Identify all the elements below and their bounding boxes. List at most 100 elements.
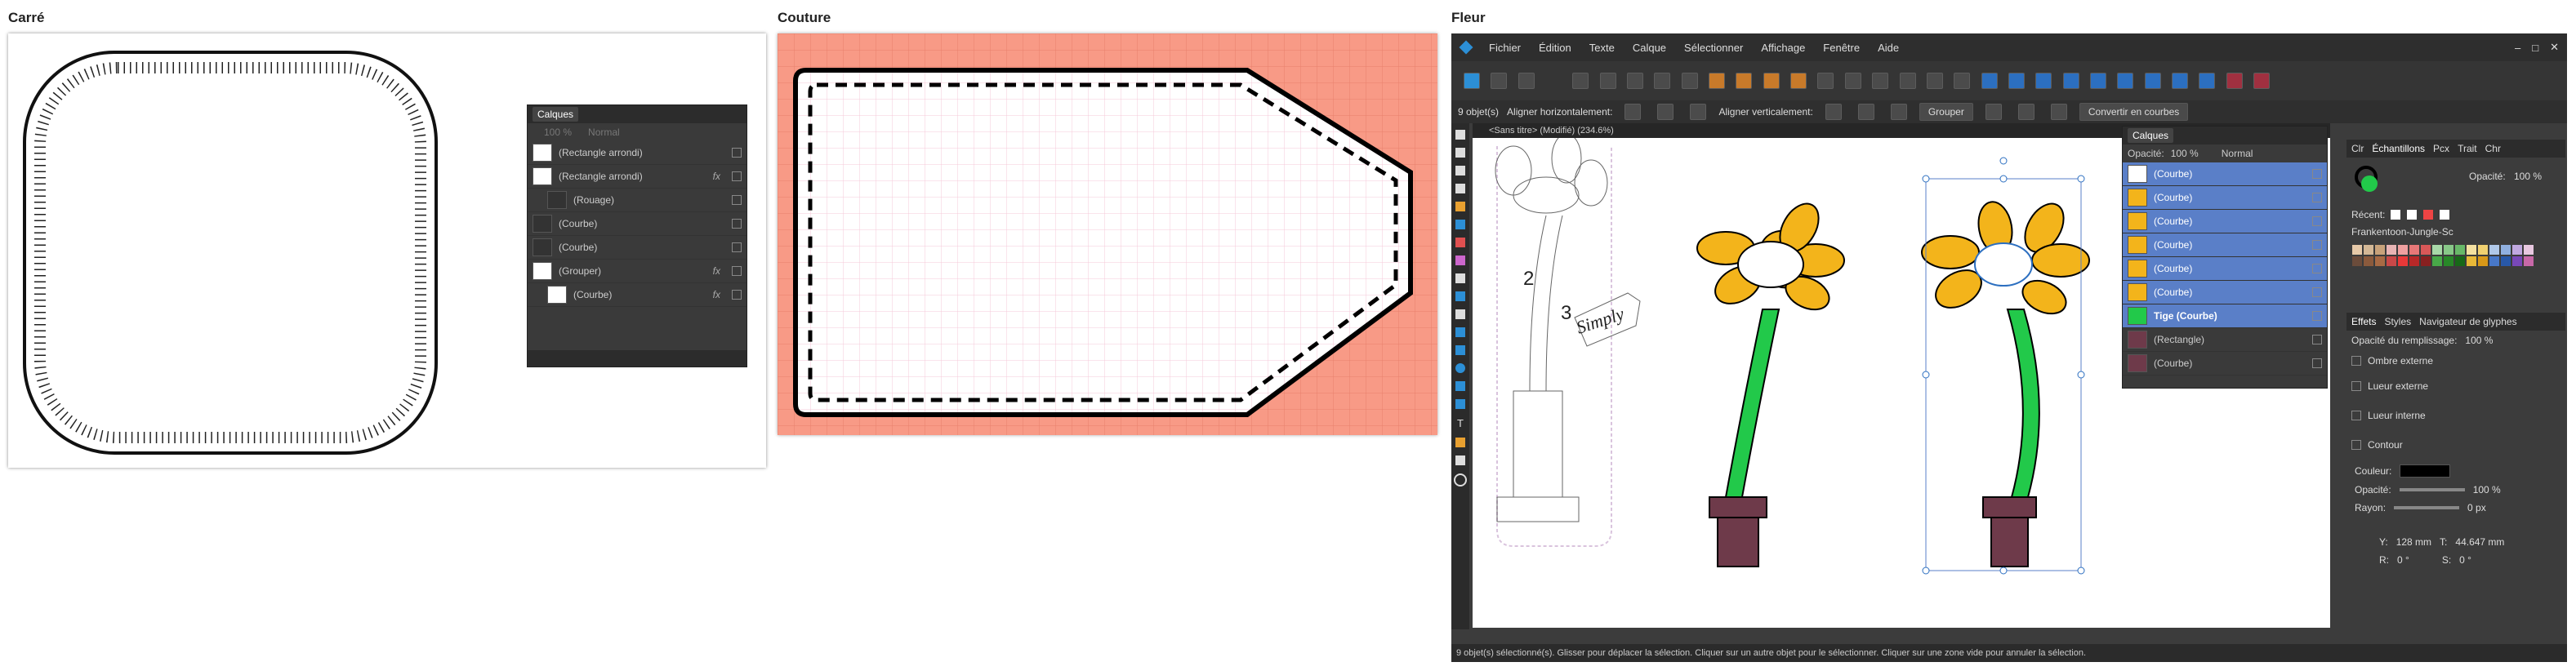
boolean-icon[interactable] [2117,73,2134,89]
carre-opacity-field[interactable]: 100 % [544,127,572,138]
tab-stroke[interactable]: Trait [2458,143,2477,154]
minimize-icon[interactable]: – [2515,42,2520,54]
align-h-icon[interactable] [1690,104,1707,120]
hand-tool-icon[interactable] [1455,455,1465,465]
menu-edition[interactable]: Édition [1539,42,1571,54]
ellipse-tool-icon[interactable] [1455,363,1465,373]
export-persona-icon[interactable] [1518,73,1535,89]
tab-glyphs[interactable]: Navigateur de glyphes [2419,316,2516,327]
rotate-icon[interactable] [2035,73,2052,89]
toolbar-icon[interactable] [1599,73,1616,89]
contour-color-swatch[interactable] [2400,464,2451,478]
fleur-layer-row[interactable]: (Courbe) [2123,186,2327,210]
fill-opacity-value[interactable]: 100 % [2465,335,2493,346]
arrange-icon[interactable] [1709,73,1726,89]
arrange-icon[interactable] [1790,73,1807,89]
tab-swatches[interactable]: Échantillons [2372,143,2425,154]
text-tool-icon[interactable]: T [1457,417,1464,429]
group-button[interactable]: Grouper [1919,103,1973,121]
snapping-icon[interactable] [2226,73,2243,89]
pen-tool-icon[interactable] [1455,202,1465,211]
move-tool-icon[interactable] [1455,130,1465,140]
align-icon[interactable] [1817,73,1834,89]
menu-aide[interactable]: Aide [1878,42,1899,54]
align-v-icon[interactable] [1857,104,1874,120]
menu-affichage[interactable]: Affichage [1761,42,1805,54]
fleur-layers-opacity[interactable]: 100 % [2171,148,2199,159]
boolean-icon[interactable] [2171,73,2188,89]
crop-tool-icon[interactable] [1455,309,1465,319]
fleur-layer-row[interactable]: Tige (Courbe) [2123,304,2327,328]
menu-calque[interactable]: Calque [1633,42,1666,54]
cog-tool-icon[interactable] [1455,399,1465,409]
zoom-tool-icon[interactable] [1454,473,1467,487]
fleur-layer-row[interactable]: (Courbe) [2123,281,2327,304]
align-icon[interactable] [1872,73,1889,89]
point-transform-icon[interactable] [1455,184,1465,193]
rounded-rect-tool-icon[interactable] [1455,381,1465,391]
snapping-icon[interactable] [2253,73,2270,89]
menu-fenetre[interactable]: Fenêtre [1823,42,1860,54]
carre-layers-tab[interactable]: Calques [533,107,579,122]
tab-brushes[interactable]: Pcx [2433,143,2449,154]
align-icon[interactable] [1954,73,1971,89]
fill-tool-icon[interactable] [1455,256,1465,265]
contour-radius-slider[interactable] [2394,506,2460,509]
flip-icon[interactable] [1981,73,1998,89]
corner-tool-icon[interactable] [1455,166,1465,176]
transform-icon[interactable] [1985,104,2002,120]
designer-persona-icon[interactable] [1464,73,1480,89]
fleur-layer-row[interactable]: (Courbe) [2123,352,2327,375]
menu-fichier[interactable]: Fichier [1489,42,1521,54]
swatch-grid[interactable] [2346,241,2565,270]
carre-blend-select[interactable]: Normal [588,127,620,138]
menu-texte[interactable]: Texte [1589,42,1615,54]
carre-layer-row[interactable]: (Courbe) fx [528,283,747,307]
align-icon[interactable] [1844,73,1861,89]
align-icon[interactable] [1926,73,1943,89]
arrange-icon[interactable] [1736,73,1753,89]
effect-row[interactable]: Contour [2346,430,2565,460]
align-v-icon[interactable] [1825,104,1842,120]
palette-select[interactable]: Frankentoon-Jungle-Sc [2351,226,2453,238]
flip-icon[interactable] [2008,73,2025,89]
transform-s-value[interactable]: 0 ° [2459,554,2471,566]
fleur-layers-tab[interactable]: Calques [2128,128,2174,143]
align-v-icon[interactable] [1890,104,1907,120]
carre-layer-row[interactable]: (Rouage) [528,189,747,212]
carre-layer-row[interactable]: (Grouper) fx [528,260,747,283]
arrange-icon[interactable] [1763,73,1780,89]
align-h-icon[interactable] [1657,104,1674,120]
boolean-icon[interactable] [2199,73,2216,89]
fleur-layer-row[interactable]: (Courbe) [2123,257,2327,281]
transform-t-value[interactable]: 44.647 mm [2455,536,2504,548]
brush-tool-icon[interactable] [1455,238,1465,247]
align-icon[interactable] [1899,73,1916,89]
tab-color[interactable]: Clr [2351,143,2364,154]
flower-1[interactable] [1696,197,1845,567]
transform-r-value[interactable]: 0 ° [2397,554,2409,566]
close-icon[interactable]: ✕ [2550,41,2559,54]
transform-icon[interactable] [2050,104,2067,120]
opacity-value[interactable]: 100 % [2514,171,2542,182]
contour-radius-value[interactable]: 0 px [2467,502,2486,513]
boolean-icon[interactable] [2144,73,2161,89]
fleur-layer-row[interactable]: (Courbe) [2123,233,2327,257]
toolbar-icon[interactable] [1572,73,1589,89]
contour-opacity-value[interactable]: 100 % [2473,484,2501,495]
effect-row[interactable]: Lueur externe [2346,371,2565,401]
tab-styles[interactable]: Styles [2384,316,2411,327]
convert-to-curves-button[interactable]: Convertir en courbes [2079,103,2189,121]
effect-row[interactable]: Lueur interne [2346,401,2565,430]
carre-layer-row[interactable]: (Courbe) [528,236,747,260]
vector-crop-icon[interactable] [1455,438,1465,447]
fleur-layer-row[interactable]: (Courbe) [2123,162,2327,186]
node-tool-icon[interactable] [1455,148,1465,158]
carre-layer-row[interactable]: (Courbe) [528,212,747,236]
tab-effects[interactable]: Effets [2351,316,2376,327]
effect-row[interactable]: Ombre externe [2346,350,2565,371]
fill-color-well[interactable] [2361,176,2378,192]
toolbar-icon[interactable] [1654,73,1671,89]
fleur-layers-blend[interactable]: Normal [2222,148,2253,159]
toolbar-icon[interactable] [1681,73,1698,89]
